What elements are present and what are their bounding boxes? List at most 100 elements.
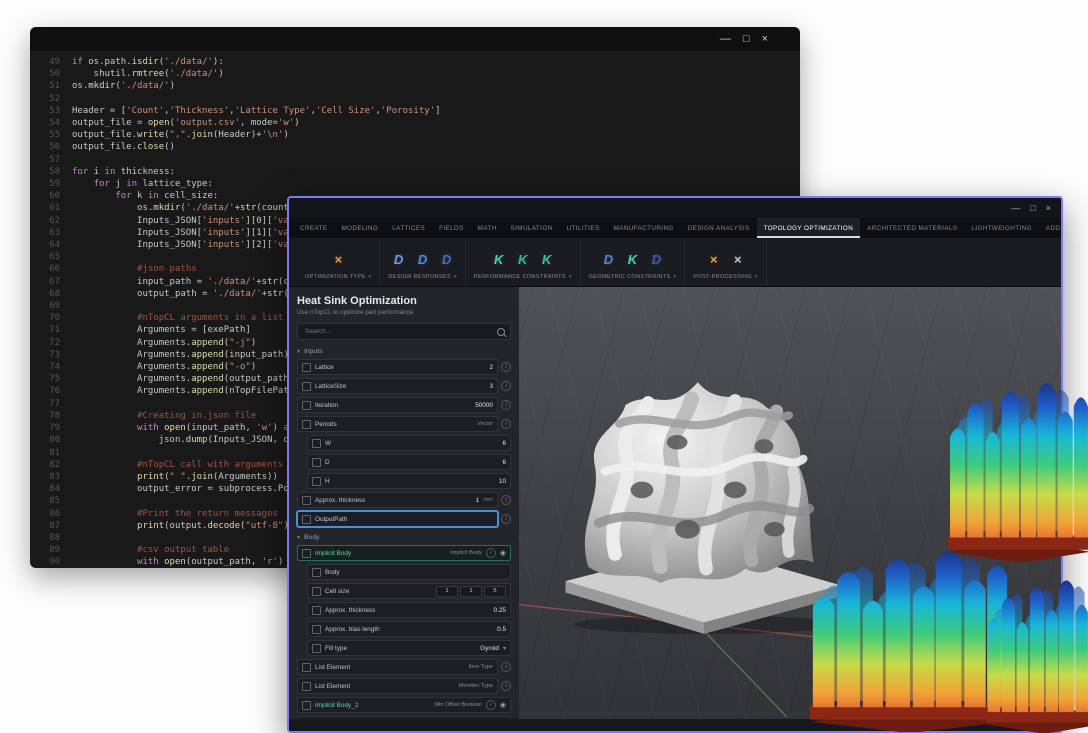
row-approx-thickness[interactable]: Approx. thickness 1 mm [297,492,498,508]
panel-subtitle: Use nTopCL to optimize part performance [297,309,414,316]
close-icon[interactable]: × [762,33,768,45]
value-field[interactable]: 1 [476,497,480,504]
row-list-element[interactable]: List Element Member Type [297,678,498,694]
line-number: 75 [49,374,60,385]
info-icon[interactable]: i [501,495,511,505]
code-text: shutil.rmtree('./data/') [72,69,224,80]
performance-constraint-icon-3[interactable]: K [537,249,557,269]
eye-icon[interactable]: ◉ [500,550,506,557]
section-header-body[interactable]: ▾ Body [297,534,511,541]
row-d[interactable]: D6 [307,454,511,470]
geometric-constraint-icon-2[interactable]: K [622,249,642,269]
line-number: 65 [49,252,60,263]
tab-design-analysis[interactable]: DESIGN ANALYSIS [681,218,757,238]
value-field[interactable]: 0.5 [497,626,506,633]
search-input[interactable] [303,327,493,336]
info-icon[interactable]: i [501,681,511,691]
value-field[interactable]: 10 [499,478,506,485]
optimization-type-icon[interactable]: × [328,249,348,269]
post-processing-icon-1[interactable]: × [704,249,724,269]
performance-constraint-icon-2[interactable]: K [513,249,533,269]
row-w[interactable]: W6 [307,435,511,451]
info-icon[interactable]: i [485,700,496,710]
search-box[interactable] [297,323,511,340]
value-field[interactable]: Gyroid [480,645,499,652]
chevron-down-icon[interactable]: ▾ [503,645,506,652]
info-icon[interactable]: i [501,400,511,410]
row-list-element[interactable]: List Element Item Type [297,659,498,675]
info-icon[interactable]: i [501,514,511,524]
info-icon[interactable]: i [501,419,511,429]
close-icon[interactable]: × [1046,203,1051,213]
row-body[interactable]: Body [307,564,511,580]
code-line: 53 Header = ['Count','Thickness','Lattice… [38,105,800,117]
tab-topology-optimization[interactable]: TOPOLOGY OPTIMIZATION [756,218,861,238]
info-icon[interactable]: i [501,381,511,391]
info-icon[interactable]: i [501,362,511,372]
tab-create[interactable]: CREATE [293,218,334,238]
minimize-icon[interactable]: — [720,33,731,45]
gyroid-heatsink-render[interactable] [553,347,853,637]
tab-architected-materials[interactable]: ARCHITECTED MATERIALS [860,218,964,238]
post-processing-icon-2[interactable]: × [728,249,748,269]
block-type-icon [302,495,311,505]
tab-lightweighting[interactable]: LIGHTWEIGHTING [964,218,1039,238]
tab-additive-manufacturing[interactable]: ADDITIVE MANUFACTURING [1039,218,1061,238]
geometric-constraint-icon-1[interactable]: D [598,249,618,269]
code-editor-titlebar[interactable]: — □ × [30,27,800,51]
chevron-down-icon[interactable]: ▾ [673,274,676,280]
design-response-icon-2[interactable]: D [413,249,433,269]
tab-math[interactable]: MATH [471,218,504,238]
tab-manufacturing[interactable]: MANUFACTURING [607,218,681,238]
row-h[interactable]: H 10 [307,473,511,489]
maximize-icon[interactable]: □ [743,33,750,45]
line-number: 84 [49,484,60,495]
block-type-icon [302,419,311,429]
chevron-down-icon[interactable]: ▾ [569,274,572,280]
info-icon[interactable]: i [485,548,496,558]
maximize-icon[interactable]: □ [1030,203,1035,213]
tab-modeling[interactable]: MODELING [334,218,385,238]
eye-icon[interactable]: ◉ [500,702,506,709]
row-lattice[interactable]: Lattice 2 [297,359,498,375]
value-box[interactable]: 5 [484,585,506,597]
value-box[interactable]: 1 [460,585,482,597]
value-field[interactable]: 0.25 [494,607,506,614]
minimize-icon[interactable]: — [1011,203,1020,213]
viewport-3d[interactable] [519,287,1061,719]
row-iteration[interactable]: Iteration 50000 [297,397,498,413]
chevron-down-icon[interactable]: ▾ [755,274,758,280]
design-response-icon-3[interactable]: D [437,249,457,269]
ntop-titlebar[interactable]: — □ × [289,198,1061,218]
chevron-down-icon[interactable]: ▾ [454,274,457,280]
value-box[interactable]: 1 [436,585,458,597]
row-fill-type[interactable]: Fill type Gyroid ▾ [307,640,511,656]
value-field[interactable]: 2 [489,364,493,371]
row-label: Lattice [315,363,334,371]
row-outputpath[interactable]: OutputPath [297,511,498,527]
tab-lattices[interactable]: LATTICES [385,218,432,238]
line-number: 85 [49,496,60,507]
row-periods[interactable]: Periods Vector [297,416,498,432]
tab-utilities[interactable]: UTILITIES [560,218,607,238]
row-approx-bias-length[interactable]: Approx. bias length 0.5 [307,621,511,637]
row-latticesize[interactable]: LatticeSize 3 [297,378,498,394]
info-icon[interactable]: i [501,662,511,672]
value-field[interactable]: 3 [489,383,493,390]
design-response-icon-1[interactable]: D [389,249,409,269]
section-header-inputs[interactable]: ▾ Inputs [297,348,511,355]
performance-constraint-icon-1[interactable]: K [489,249,509,269]
tab-fields[interactable]: FIELDS [432,218,470,238]
row-cell-size[interactable]: Cell size 1 1 5 [307,583,511,599]
row-implicit-body-2[interactable]: Implicit Body_2 Min Offset Boolean i ◉ [297,697,511,713]
row-implicit-body[interactable]: Implicit Body Implicit Body i ◉ [297,545,511,561]
line-number: 72 [49,337,60,348]
value-field[interactable]: 6 [502,440,506,447]
geometric-constraint-icon-3[interactable]: D [646,249,666,269]
row-approx-thickness[interactable]: Approx. thickness 0.25 [307,602,511,618]
value-field[interactable]: 50000 [475,402,493,409]
value-field[interactable]: 6 [502,459,506,466]
tab-simulation[interactable]: SIMULATION [504,218,560,238]
chevron-down-icon[interactable]: ▾ [369,274,372,280]
